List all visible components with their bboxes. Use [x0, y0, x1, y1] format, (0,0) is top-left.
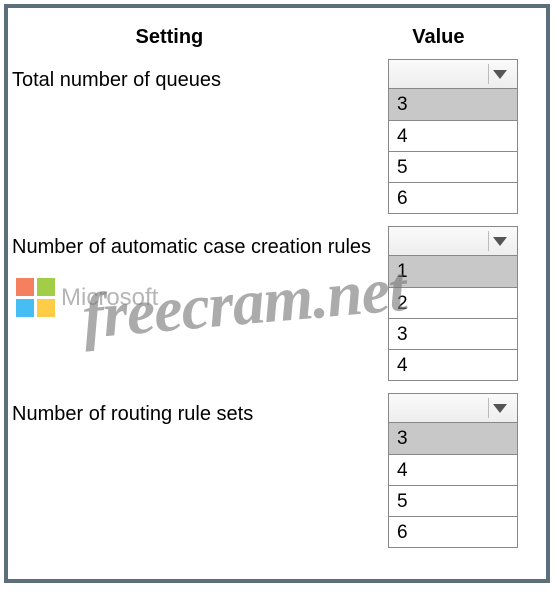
- dropdown-option[interactable]: 5: [389, 151, 517, 182]
- setting-row: Total number of queues 3 4 5 6: [8, 59, 546, 214]
- setting-label: Number of routing rule sets: [8, 393, 388, 426]
- header-value: Value: [331, 26, 546, 49]
- dropdown-option[interactable]: 5: [389, 485, 517, 516]
- dropdown-option[interactable]: 6: [389, 516, 517, 547]
- value-cell: 1 2 3 4: [388, 226, 518, 381]
- setting-label: Number of automatic case creation rules: [8, 226, 388, 259]
- dropdown-option[interactable]: 4: [389, 454, 517, 485]
- dropdown-toggle[interactable]: [388, 393, 518, 423]
- header-row: Setting Value: [8, 8, 546, 59]
- dropdown-option[interactable]: 4: [389, 349, 517, 380]
- dropdown-option[interactable]: 3: [389, 318, 517, 349]
- dropdown-toggle[interactable]: [388, 59, 518, 89]
- chevron-down-icon: [493, 404, 507, 413]
- value-cell: 3 4 5 6: [388, 59, 518, 214]
- dropdown-option[interactable]: 6: [389, 182, 517, 213]
- dropdown-option[interactable]: 3: [389, 89, 517, 120]
- setting-row: Number of automatic case creation rules …: [8, 226, 546, 381]
- dropdown-option[interactable]: 2: [389, 287, 517, 318]
- dropdown-list: 3 4 5 6: [388, 89, 518, 214]
- setting-label: Total number of queues: [8, 59, 388, 92]
- value-cell: 3 4 5 6: [388, 393, 518, 548]
- dropdown-option[interactable]: 3: [389, 423, 517, 454]
- chevron-down-icon: [493, 70, 507, 79]
- setting-row: Number of routing rule sets 3 4 5 6: [8, 393, 546, 548]
- dropdown-list: 3 4 5 6: [388, 423, 518, 548]
- dropdown-list: 1 2 3 4: [388, 256, 518, 381]
- outer-frame: Setting Value Total number of queues 3 4…: [4, 4, 550, 583]
- dropdown-toggle[interactable]: [388, 226, 518, 256]
- dropdown-option[interactable]: 1: [389, 256, 517, 287]
- chevron-down-icon: [493, 237, 507, 246]
- header-setting: Setting: [8, 26, 331, 49]
- dropdown-option[interactable]: 4: [389, 120, 517, 151]
